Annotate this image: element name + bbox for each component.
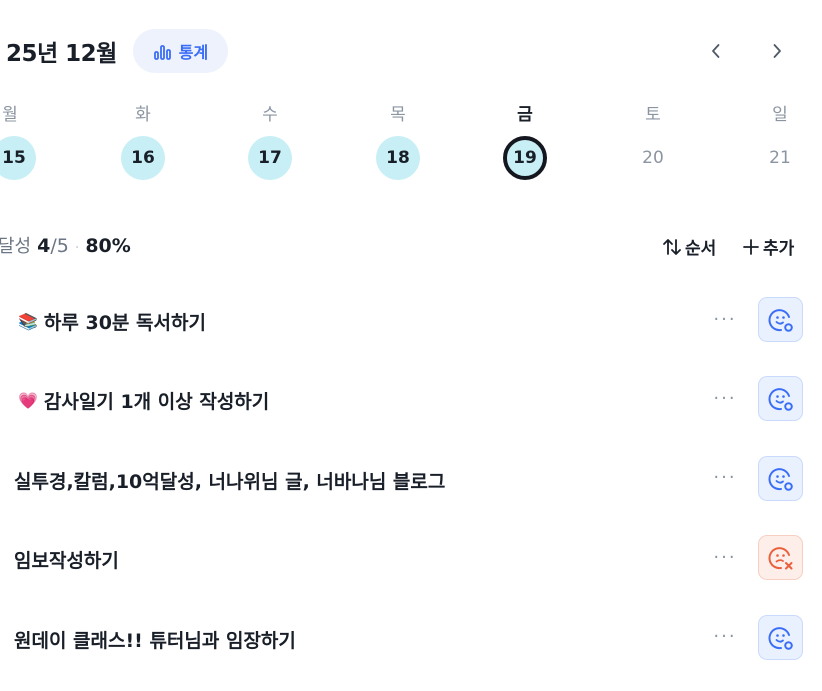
weekday-thu: 목 bbox=[390, 105, 406, 125]
task-item-1[interactable]: 📚 하루 30분 독서하기 bbox=[18, 308, 206, 335]
task-item-5[interactable]: 원데이 클래스!! 튜터님과 임장하기 bbox=[14, 626, 296, 653]
add-label: 추가 bbox=[763, 239, 795, 259]
chevron-right-icon bbox=[773, 44, 781, 58]
stats-button[interactable]: 통계 bbox=[133, 29, 228, 73]
sort-button[interactable]: 순서 bbox=[662, 234, 716, 259]
date-19-today[interactable]: 19 bbox=[503, 136, 547, 180]
smile-check-icon bbox=[768, 467, 793, 491]
month-title: 25년 12월 bbox=[6, 41, 117, 67]
smile-fail-icon bbox=[768, 546, 792, 569]
weekday-sun: 일 bbox=[772, 105, 788, 125]
smile-check-icon bbox=[768, 387, 793, 411]
weekday-tue: 화 bbox=[135, 105, 151, 125]
task-status-button[interactable] bbox=[758, 456, 803, 501]
task-more-button[interactable]: ··· bbox=[710, 547, 740, 568]
task-title: 하루 30분 독서하기 bbox=[43, 312, 206, 334]
task-title: 감사일기 1개 이상 작성하기 bbox=[43, 391, 270, 413]
sort-icon bbox=[663, 238, 681, 255]
task-status-button[interactable] bbox=[758, 615, 803, 660]
stats-label: 통계 bbox=[178, 43, 209, 62]
add-button[interactable]: 추가 bbox=[742, 234, 794, 259]
sort-label: 순서 bbox=[685, 239, 717, 259]
chevron-left-icon bbox=[712, 44, 720, 58]
progress-separator: · bbox=[74, 240, 80, 256]
task-title: 원데이 클래스!! 튜터님과 임장하기 bbox=[14, 630, 296, 652]
books-icon: 📚 bbox=[18, 312, 38, 331]
weekday-mon: 월 bbox=[2, 105, 18, 125]
progress-summary: 달성 4 /5 · 80% bbox=[0, 232, 131, 258]
date-17[interactable]: 17 bbox=[248, 136, 292, 180]
task-more-button[interactable]: ··· bbox=[710, 467, 740, 488]
prev-week-button[interactable] bbox=[704, 38, 728, 64]
date-20[interactable]: 20 bbox=[631, 136, 675, 180]
weekday-sat: 토 bbox=[645, 105, 661, 125]
plus-icon bbox=[743, 238, 759, 255]
task-title: 임보작성하기 bbox=[14, 550, 119, 572]
date-21[interactable]: 21 bbox=[758, 136, 802, 180]
task-status-button[interactable] bbox=[758, 376, 803, 421]
task-title: 실투경,칼럼,10억달성, 너나위님 글, 너바나님 블로그 bbox=[14, 471, 446, 493]
progress-total: /5 bbox=[50, 235, 69, 257]
task-item-3[interactable]: 실투경,칼럼,10억달성, 너나위님 글, 너바나님 블로그 bbox=[14, 467, 445, 494]
heart-icon: 💗 bbox=[18, 391, 38, 410]
task-more-button[interactable]: ··· bbox=[710, 388, 740, 409]
task-more-button[interactable]: ··· bbox=[710, 626, 740, 647]
progress-done-count: 4 bbox=[37, 235, 51, 257]
weekday-fri: 금 bbox=[517, 105, 533, 125]
task-item-4[interactable]: 임보작성하기 bbox=[14, 546, 119, 573]
smile-check-icon bbox=[768, 626, 793, 650]
date-18[interactable]: 18 bbox=[376, 136, 420, 180]
task-more-button[interactable]: ··· bbox=[710, 309, 740, 330]
task-status-button[interactable] bbox=[758, 297, 803, 342]
smile-check-icon bbox=[768, 308, 793, 332]
date-16[interactable]: 16 bbox=[121, 136, 165, 180]
weekday-wed: 수 bbox=[262, 105, 278, 125]
progress-label: 달성 bbox=[0, 236, 32, 257]
progress-percent: 80% bbox=[85, 235, 131, 257]
bar-chart-icon bbox=[153, 45, 171, 60]
next-week-button[interactable] bbox=[765, 38, 789, 64]
task-status-button[interactable] bbox=[758, 535, 803, 580]
date-15[interactable]: 15 bbox=[0, 136, 36, 180]
task-item-2[interactable]: 💗 감사일기 1개 이상 작성하기 bbox=[18, 387, 269, 414]
